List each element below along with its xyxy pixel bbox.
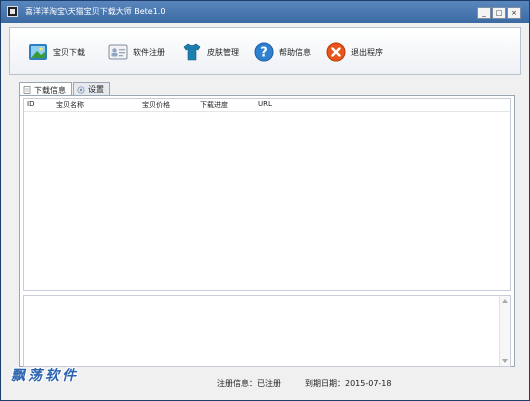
log-textarea[interactable]	[23, 295, 511, 367]
exit-program-label: 退出程序	[351, 47, 383, 57]
window-title: 喜洋洋淘宝\天猫宝贝下载大师 Bete1.0	[25, 7, 166, 16]
document-icon	[23, 86, 31, 94]
help-icon: ?	[254, 42, 274, 62]
app-window: 喜洋洋淘宝\天猫宝贝下载大师 Bete1.0 _ □ × 宝贝下载 软件注册 皮…	[0, 0, 530, 401]
download-items-label: 宝贝下载	[53, 47, 85, 57]
column-header-id[interactable]: ID	[27, 100, 34, 108]
maximize-button[interactable]: □	[492, 7, 506, 19]
download-list[interactable]: ID 宝贝名称 宝贝价格 下载进度 URL	[23, 98, 511, 291]
help-info-button[interactable]: ? 帮助信息	[254, 41, 311, 63]
tab-settings-label: 设置	[88, 85, 104, 94]
id-card-icon	[108, 44, 128, 60]
watermark: 飘荡软件	[11, 368, 79, 384]
tab-download-info-label: 下载信息	[34, 85, 66, 95]
scroll-down-icon[interactable]	[502, 359, 508, 363]
skin-manager-button[interactable]: 皮肤管理	[182, 41, 239, 63]
column-header-price[interactable]: 宝贝价格	[142, 100, 170, 110]
download-info-panel: ID 宝贝名称 宝贝价格 下载进度 URL	[19, 95, 515, 367]
settings-icon	[77, 85, 85, 94]
column-header-name[interactable]: 宝贝名称	[56, 100, 84, 110]
client-area: 宝贝下载 软件注册 皮肤管理 ? 帮助信息 退出程序 下载信息 设置 ID 宝贝…	[9, 23, 521, 392]
log-scrollbar[interactable]	[499, 296, 510, 366]
help-info-label: 帮助信息	[279, 47, 311, 57]
toolbar: 宝贝下载 软件注册 皮肤管理 ? 帮助信息 退出程序	[9, 27, 521, 75]
app-icon	[7, 6, 18, 17]
scroll-up-icon[interactable]	[502, 299, 508, 303]
list-header: ID 宝贝名称 宝贝价格 下载进度 URL	[24, 99, 510, 112]
expiry-date: 到期日期：2015-07-18	[305, 379, 392, 388]
tshirt-icon	[183, 43, 201, 61]
download-items-button[interactable]: 宝贝下载	[28, 41, 85, 63]
svg-text:?: ?	[260, 46, 268, 61]
exit-program-button[interactable]: 退出程序	[326, 41, 383, 63]
close-button[interactable]: ×	[507, 7, 521, 19]
tab-settings[interactable]: 设置	[73, 82, 110, 96]
tab-strip: 下载信息 设置	[19, 82, 111, 97]
window-controls: _ □ ×	[477, 7, 521, 19]
skin-manager-label: 皮肤管理	[207, 47, 239, 57]
minimize-button[interactable]: _	[477, 7, 491, 19]
column-header-progress[interactable]: 下载进度	[200, 100, 228, 110]
image-download-icon	[29, 44, 47, 60]
register-software-button[interactable]: 软件注册	[108, 41, 165, 63]
status-bar: 注册信息：已注册 到期日期：2015-07-18	[9, 372, 521, 392]
registration-status: 注册信息：已注册	[217, 379, 281, 388]
title-bar[interactable]: 喜洋洋淘宝\天猫宝贝下载大师 Bete1.0 _ □ ×	[1, 1, 529, 23]
register-software-label: 软件注册	[133, 47, 165, 57]
exit-icon	[326, 42, 346, 62]
column-header-url[interactable]: URL	[258, 100, 272, 108]
